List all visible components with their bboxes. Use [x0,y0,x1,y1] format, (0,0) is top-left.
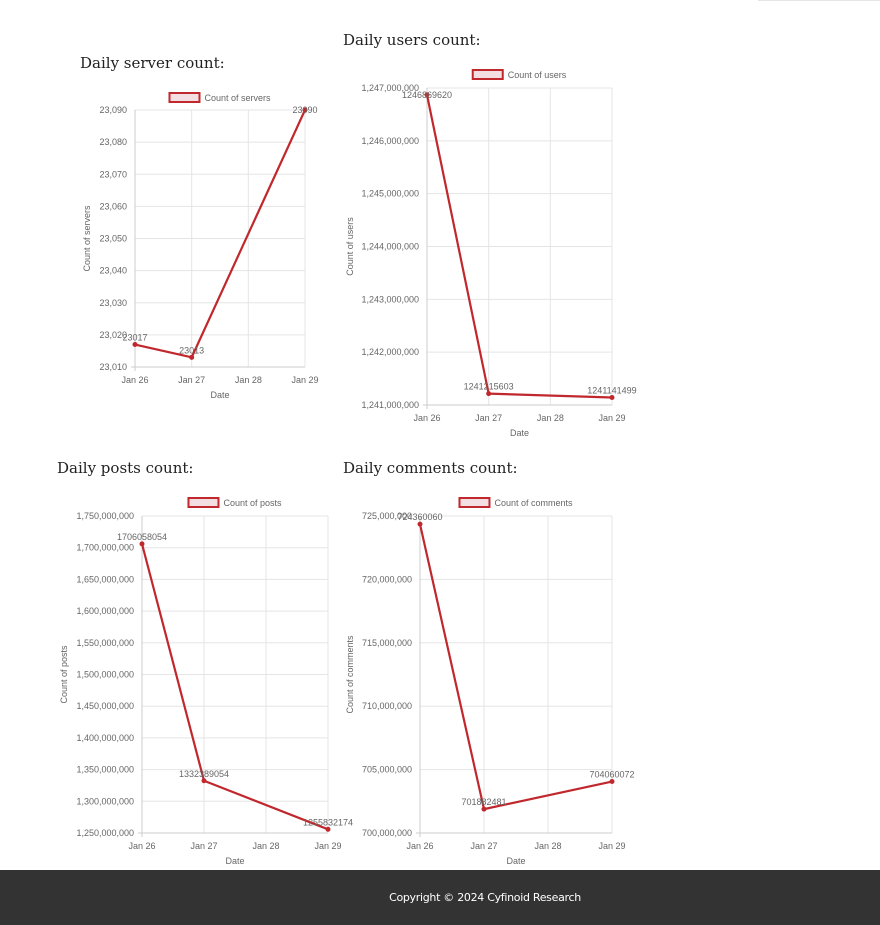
data-label: 1241141499 [587,386,636,396]
y-tick-label: 700,000,000 [362,828,412,838]
data-label: 1706058054 [117,532,167,542]
x-tick-label: Jan 28 [235,375,262,385]
legend-swatch [471,69,504,80]
data-point [201,778,207,784]
y-axis-title: Count of posts [59,645,69,704]
y-tick-label: 1,241,000,000 [361,400,419,410]
data-label: 701882481 [461,797,506,807]
x-tick-label: Jan 26 [406,841,433,851]
data-point [189,354,195,360]
y-axis-title: Count of servers [82,205,92,272]
y-tick-label: 1,750,000,000 [76,511,134,521]
y-tick-label: 1,650,000,000 [76,574,134,584]
x-tick-label: Jan 27 [190,841,217,851]
y-tick-label: 715,000,000 [362,638,412,648]
y-tick-label: 23,080 [99,137,127,147]
x-tick-label: Jan 27 [178,375,205,385]
y-tick-label: 1,600,000,000 [76,606,134,616]
y-axis-title: Count of users [345,217,355,276]
data-point [609,779,615,785]
y-tick-label: 23,010 [99,362,127,372]
posts-chart: 1,250,000,000 1,300,000,000 1,350,000,000 1… [59,497,353,866]
legend-swatch [458,497,491,508]
y-tick-label: 1,550,000,000 [76,638,134,648]
data-point [609,395,615,401]
x-tick-label: Jan 29 [598,413,625,423]
y-tick-label: 1,350,000,000 [76,765,134,775]
y-tick-label: 1,242,000,000 [361,347,419,357]
y-tick-label: 1,450,000,000 [76,701,134,711]
data-point [486,391,492,397]
legend-label: Count of comments [494,498,573,508]
x-tick-label: Jan 27 [475,413,502,423]
x-tick-label: Jan 28 [534,841,561,851]
x-tick-label: Jan 26 [128,841,155,851]
data-point [139,541,145,547]
y-tick-label: 1,243,000,000 [361,294,419,304]
y-tick-label: 1,400,000,000 [76,733,134,743]
posts-chart-heading: Daily posts count: [57,459,194,477]
data-point [481,806,487,812]
data-point [132,342,138,348]
x-axis-title: Date [225,856,244,866]
servers-chart: 23,01023,02023,03023,04023,05023,06023,0… [82,92,319,400]
x-tick-label: Jan 29 [291,375,318,385]
legend-label: Count of posts [223,498,282,508]
data-label: 23013 [179,345,204,355]
top-divider [758,0,880,1]
y-tick-label: 23,090 [99,105,127,115]
data-label: 704060072 [589,770,634,780]
y-tick-label: 23,070 [99,169,127,179]
data-point [325,826,331,832]
users-chart: 1,241,000,000 1,242,000,000 1,243,000,000 1… [345,69,637,438]
users-chart-heading: Daily users count: [343,31,481,49]
site-footer: Copyright © 2024 Cyfinoid Research [0,870,880,925]
y-tick-label: 1,246,000,000 [361,136,419,146]
y-tick-label: 23,060 [99,201,127,211]
x-axis-title: Date [506,856,525,866]
data-label: 23090 [292,105,317,115]
data-label: 724360060 [397,512,442,522]
y-tick-label: 710,000,000 [362,701,412,711]
comments-chart-heading: Daily comments count: [343,459,518,477]
y-tick-label: 1,245,000,000 [361,189,419,199]
data-label: 1246869620 [402,90,452,100]
data-point [417,521,423,527]
x-tick-label: Jan 29 [314,841,341,851]
x-tick-label: Jan 29 [598,841,625,851]
data-label: 1241215603 [464,382,514,392]
series-line [134,109,307,359]
series-line [418,523,613,811]
x-axis-title: Date [210,390,229,400]
y-tick-label: 23,030 [99,298,127,308]
y-tick-label: 1,500,000,000 [76,670,134,680]
x-tick-label: Jan 28 [252,841,279,851]
comments-chart: 700,000,000 705,000,000 710,000,000 715,000… [345,497,635,866]
x-tick-label: Jan 28 [537,413,564,423]
x-tick-label: Jan 27 [470,841,497,851]
y-tick-label: 1,244,000,000 [361,242,419,252]
x-tick-label: Jan 26 [121,375,148,385]
x-tick-label: Jan 26 [413,413,440,423]
data-label: 23017 [122,333,147,343]
data-label: 1332389054 [179,769,229,779]
y-tick-label: 720,000,000 [362,574,412,584]
y-tick-label: 23,040 [99,266,127,276]
legend-swatch [168,92,201,103]
y-tick-label: 1,300,000,000 [76,796,134,806]
copyright-text: Copyright © 2024 Cyfinoid Research [389,891,581,904]
legend-label: Count of users [508,70,567,80]
y-tick-label: 705,000,000 [362,765,412,775]
x-axis-title: Date [510,428,529,438]
y-tick-label: 1,700,000,000 [76,543,134,553]
y-tick-label: 1,250,000,000 [76,828,134,838]
y-axis-title: Count of comments [345,635,355,714]
legend-swatch [187,497,220,508]
legend-label: Count of servers [204,93,271,103]
servers-chart-heading: Daily server count: [80,54,225,72]
y-tick-label: 23,050 [99,234,127,244]
series-line [140,543,329,831]
